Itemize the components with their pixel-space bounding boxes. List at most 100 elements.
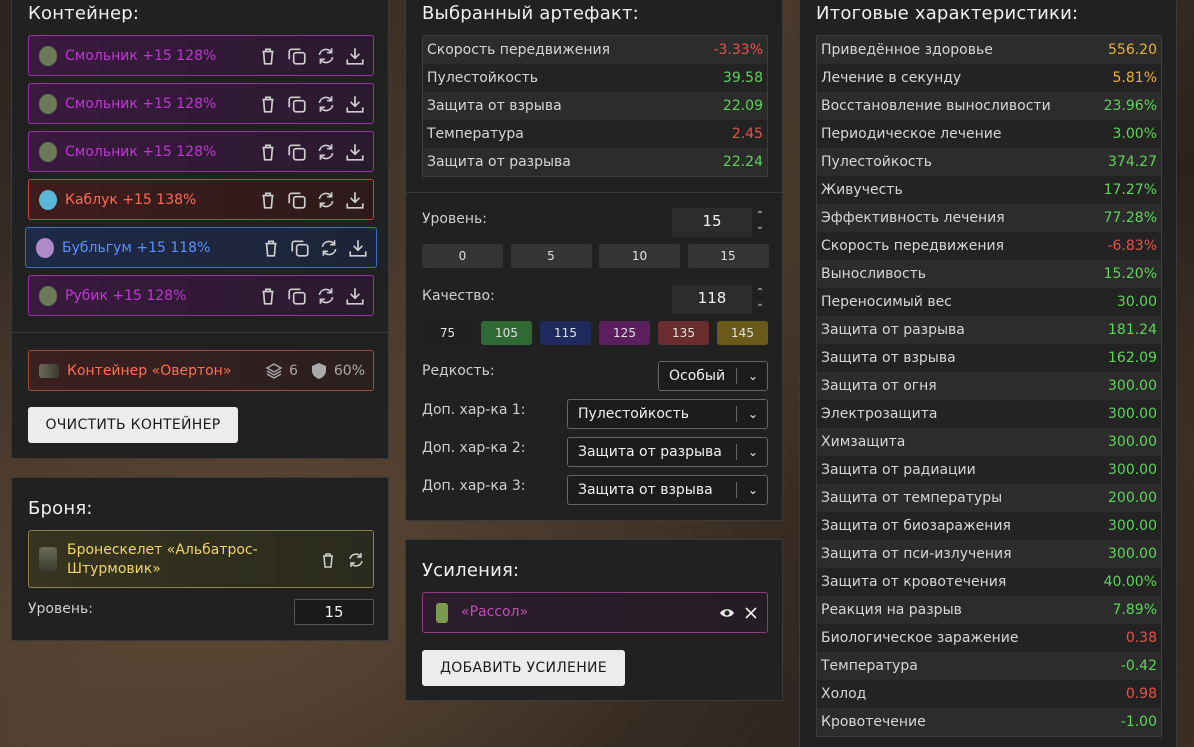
download-icon[interactable]: [345, 286, 365, 306]
container-slots: 6: [288, 363, 298, 379]
stat-row: Периодическое лечение 3.00%: [817, 120, 1161, 148]
copy-icon[interactable]: [290, 238, 310, 258]
container-item[interactable]: Бубльгум +15 118%: [25, 227, 377, 268]
armor-level-input[interactable]: 15: [294, 599, 374, 625]
swap-icon[interactable]: [316, 142, 336, 162]
container-item[interactable]: Смольник +15 128%: [28, 131, 374, 172]
artifact-panel: Выбранный артефакт: Скорость передвижени…: [405, 0, 783, 521]
stat-label: Защита от кровотечения: [821, 574, 1007, 590]
trash-icon[interactable]: [319, 551, 337, 569]
trash-icon[interactable]: [258, 94, 278, 114]
trash-icon[interactable]: [258, 190, 278, 210]
level-preset-button[interactable]: 0: [422, 244, 503, 268]
container-item[interactable]: Смольник +15 128%: [28, 35, 374, 76]
level-preset-button[interactable]: 10: [599, 244, 680, 268]
stat-label: Переносимый вес: [821, 294, 952, 310]
level-input[interactable]: 15: [672, 208, 752, 237]
extra3-select[interactable]: Защита от взрыва ⌄: [567, 475, 768, 505]
stat-row: Защита от биозаражения 300.00: [817, 512, 1161, 540]
eye-icon[interactable]: [719, 605, 735, 621]
extra2-select[interactable]: Защита от разрыва ⌄: [567, 437, 768, 467]
container-item[interactable]: Каблук +15 138%: [28, 179, 374, 220]
stat-value: -0.42: [1120, 658, 1157, 674]
extra2-value: Защита от разрыва: [578, 444, 722, 460]
stat-row: Переносимый вес 30.00: [817, 288, 1161, 316]
swap-icon[interactable]: [347, 551, 365, 569]
artifact-icon: [39, 141, 57, 162]
stat-value: 7.89%: [1112, 602, 1157, 618]
rarity-select[interactable]: Особый ⌄: [658, 361, 768, 391]
stat-label: Температура: [427, 126, 524, 142]
container-name: Контейнер «Овертон»: [67, 362, 232, 379]
stat-row: Температура 2.45: [423, 120, 767, 148]
copy-icon[interactable]: [287, 190, 307, 210]
clear-container-button[interactable]: ОЧИСТИТЬ КОНТЕЙНЕР: [28, 407, 238, 443]
swap-icon[interactable]: [316, 46, 336, 66]
container-protection: 60%: [333, 363, 365, 379]
stat-row: Температура -0.42: [817, 652, 1161, 680]
stat-row: Реакция на разрыв 7.89%: [817, 596, 1161, 624]
quality-preset-button[interactable]: 125: [599, 321, 650, 345]
trash-icon[interactable]: [258, 46, 278, 66]
download-icon[interactable]: [345, 190, 365, 210]
artifact-icon: [39, 93, 57, 114]
container-item[interactable]: Рубик +15 128%: [28, 275, 374, 316]
quality-preset-button[interactable]: 135: [658, 321, 709, 345]
download-icon[interactable]: [345, 94, 365, 114]
armor-card[interactable]: Бронескелет «Альбатрос-Штурмовик»: [28, 530, 374, 588]
quality-preset-button[interactable]: 75: [422, 321, 473, 345]
armor-icon: [39, 547, 57, 571]
container-card[interactable]: Контейнер «Овертон» 6 60%: [28, 350, 374, 391]
add-boost-button[interactable]: ДОБАВИТЬ УСИЛЕНИЕ: [422, 650, 625, 686]
level-stepper[interactable]: ⌃ ⌄: [754, 210, 766, 232]
totals-panel: Итоговые характеристики: Приведённое здо…: [799, 0, 1177, 747]
quality-preset-button[interactable]: 115: [540, 321, 591, 345]
level-preset-button[interactable]: 5: [510, 244, 592, 268]
trash-icon[interactable]: [258, 142, 278, 162]
boost-card[interactable]: «Рассол»: [422, 592, 768, 633]
close-icon[interactable]: [745, 607, 757, 619]
download-icon[interactable]: [348, 238, 368, 258]
container-item[interactable]: Смольник +15 128%: [28, 83, 374, 124]
swap-icon[interactable]: [316, 286, 336, 306]
copy-icon[interactable]: [287, 142, 307, 162]
artifact-stats-table: Скорость передвижения -3.33% Пулестойкость…: [422, 35, 768, 177]
copy-icon[interactable]: [287, 94, 307, 114]
stat-label: Защита от температуры: [821, 490, 1003, 506]
quality-preset-button[interactable]: 145: [717, 321, 768, 345]
stat-label: Эффективность лечения: [821, 210, 1005, 226]
extra3-label: Доп. хар-ка 3:: [422, 478, 526, 494]
quality-input[interactable]: 118: [672, 285, 752, 314]
stat-value: 300.00: [1108, 378, 1157, 394]
extra1-select[interactable]: Пулестойкость ⌄: [567, 399, 768, 429]
copy-icon[interactable]: [287, 286, 307, 306]
stat-label: Пулестойкость: [821, 154, 933, 170]
stat-value: 22.24: [722, 154, 763, 170]
stat-label: Выносливость: [821, 266, 927, 282]
stat-value: -3.33%: [713, 42, 763, 58]
trash-icon[interactable]: [258, 286, 278, 306]
stat-value: 17.27%: [1103, 182, 1157, 198]
swap-icon[interactable]: [316, 190, 336, 210]
level-preset-button[interactable]: 15: [687, 244, 769, 268]
stat-value: 200.00: [1108, 490, 1157, 506]
trash-icon[interactable]: [261, 238, 281, 258]
stat-value: 374.27: [1108, 154, 1157, 170]
stat-label: Защита от взрыва: [427, 98, 562, 114]
boost-name: «Рассол»: [461, 604, 529, 620]
copy-icon[interactable]: [287, 46, 307, 66]
download-icon[interactable]: [345, 142, 365, 162]
stat-label: Электрозащита: [821, 406, 938, 422]
quality-stepper[interactable]: ⌃ ⌄: [754, 287, 766, 309]
quality-preset-button[interactable]: 105: [481, 321, 532, 345]
stat-value: -1.00: [1120, 714, 1157, 730]
swap-icon[interactable]: [319, 238, 339, 258]
artifact-name: Бубльгум +15 118%: [62, 239, 211, 256]
download-icon[interactable]: [345, 46, 365, 66]
chevron-down-icon: ⌄: [747, 407, 758, 421]
stat-label: Скорость передвижения: [821, 238, 1004, 254]
stat-row: Защита от разрыва 22.24: [423, 148, 767, 176]
stat-value: 300.00: [1108, 406, 1157, 422]
swap-icon[interactable]: [316, 94, 336, 114]
stat-value: 0.38: [1125, 630, 1157, 646]
